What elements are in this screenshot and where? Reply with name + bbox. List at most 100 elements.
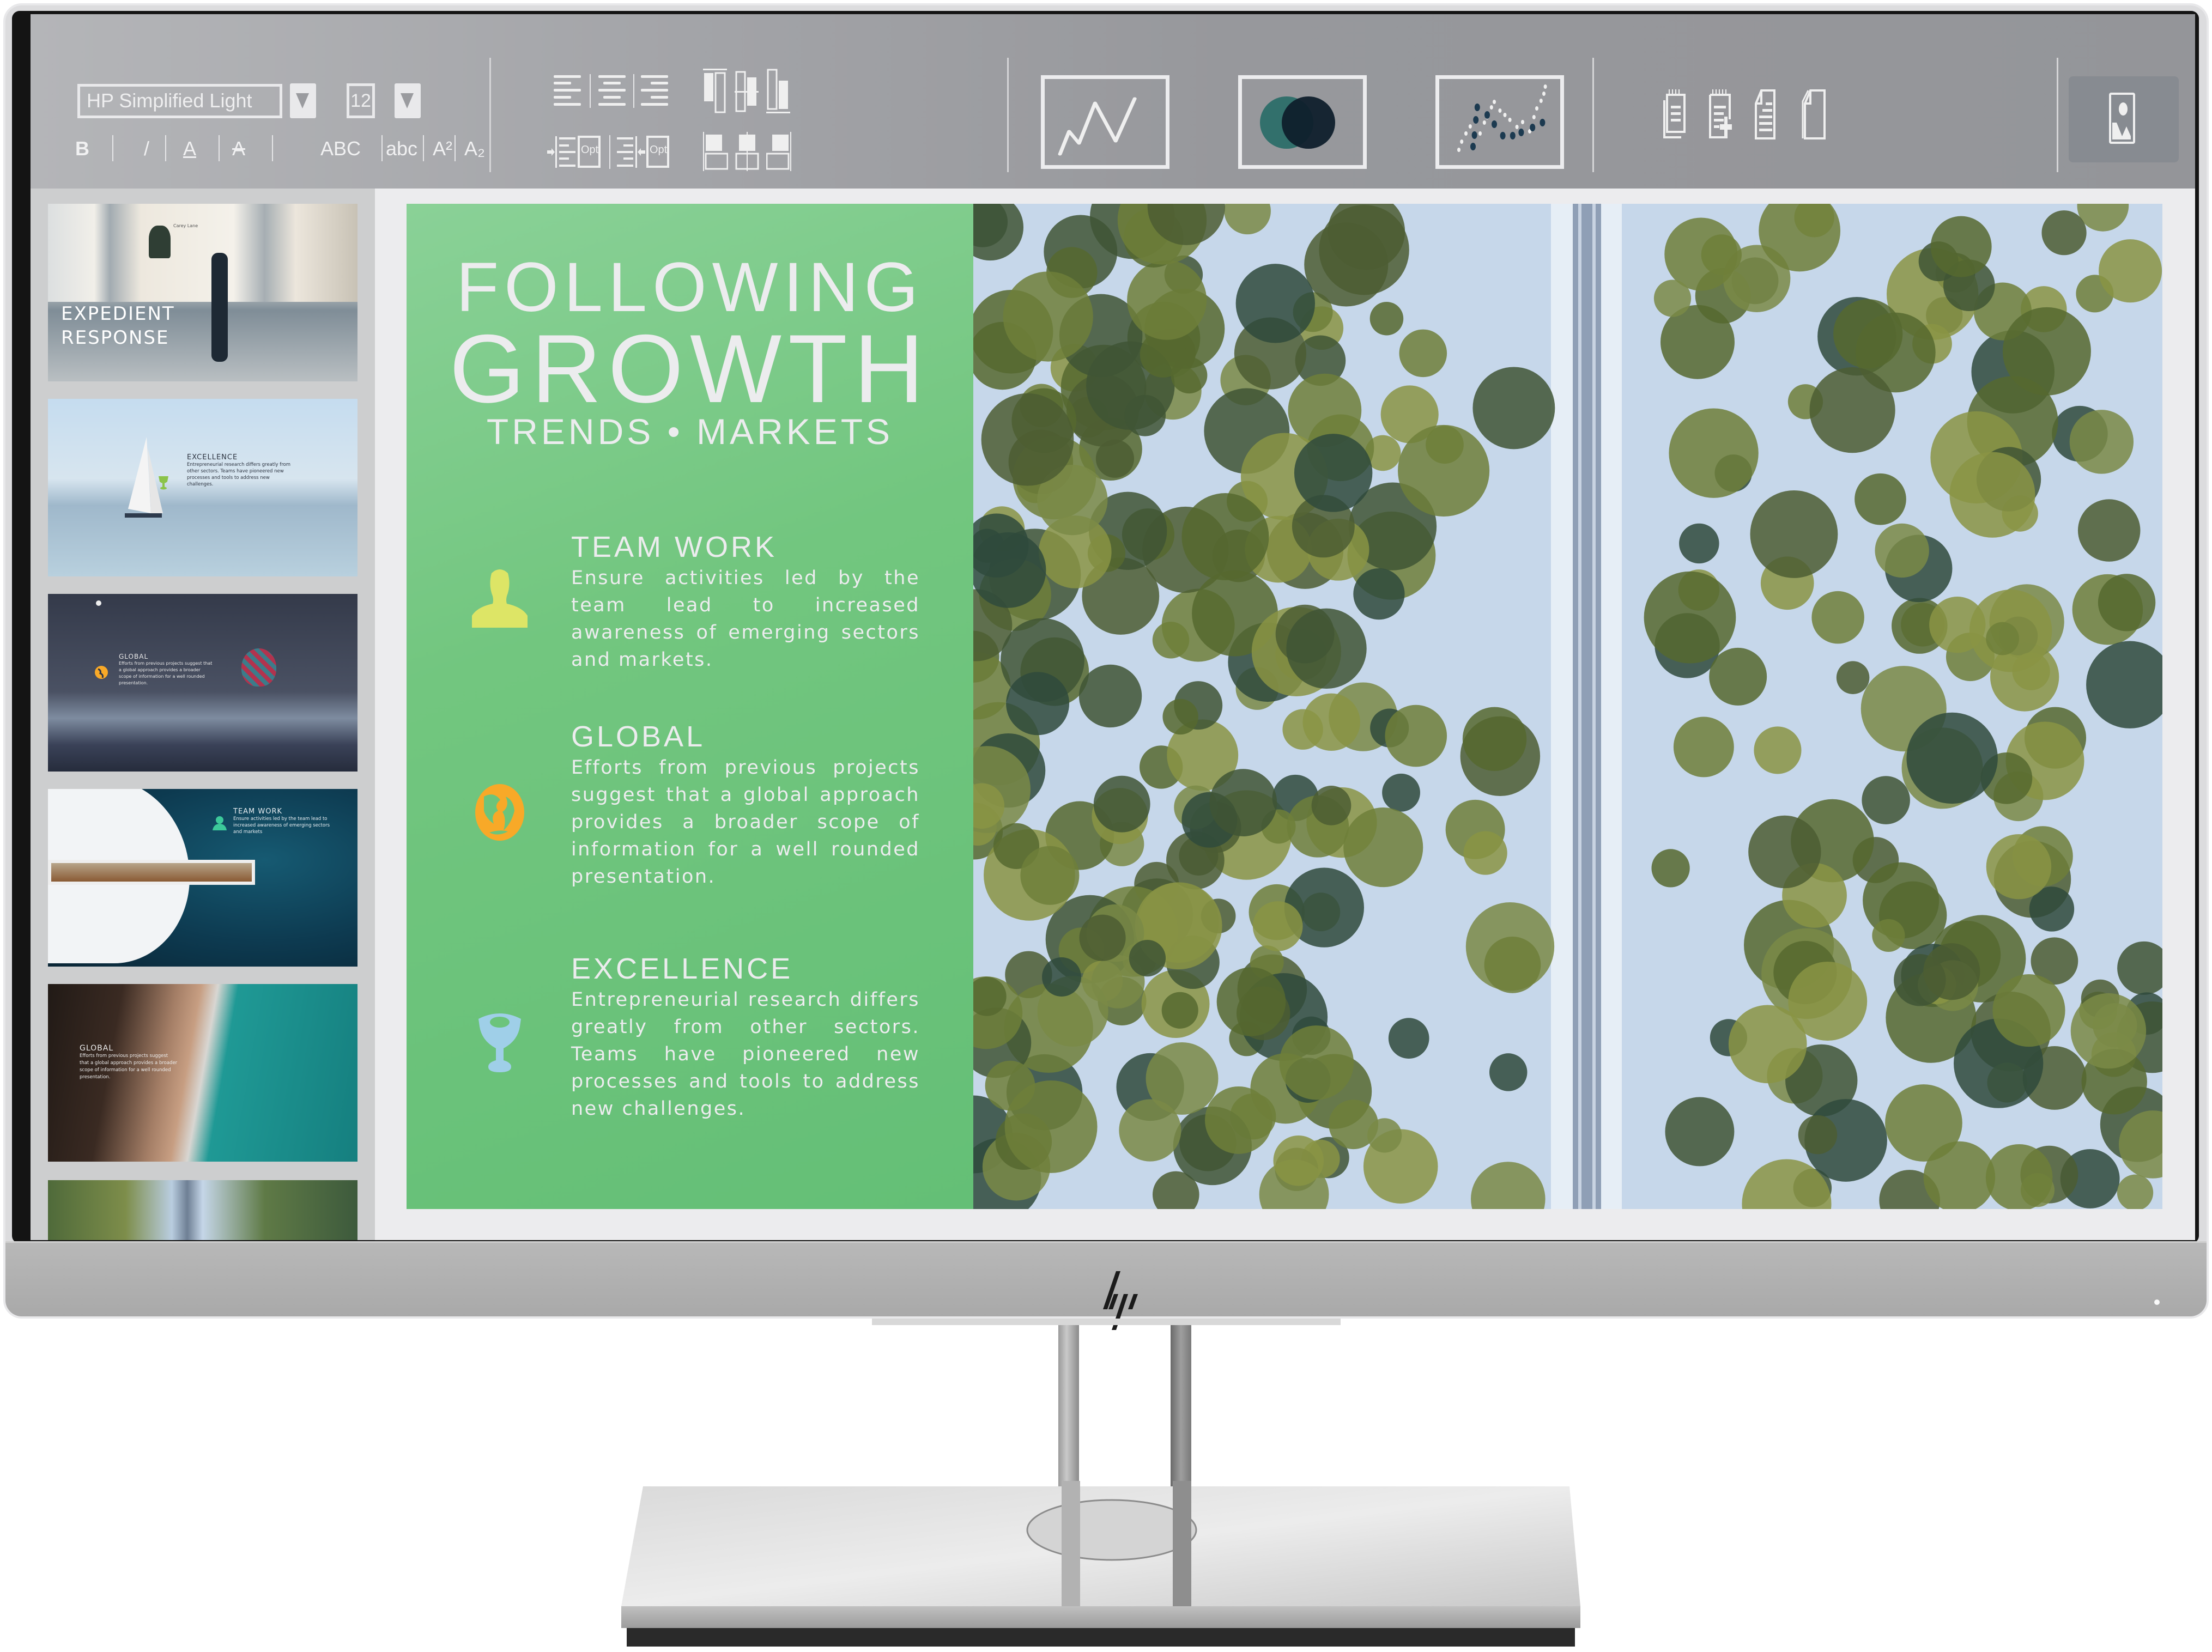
font-family-select[interactable]: HP Simplified Light [77, 84, 282, 118]
slide-thumbnail[interactable]: EXCELLENCE Entrepreneurial research diff… [48, 399, 357, 576]
lowercase-button[interactable]: abc [386, 135, 417, 162]
tree-canopy [1855, 473, 1906, 525]
underline-button[interactable]: A [183, 135, 196, 162]
scatter-point [1530, 124, 1536, 131]
slide-photo[interactable] [973, 204, 2162, 1209]
feature-heading: TEAM WORK [571, 531, 777, 563]
uppercase-button[interactable]: ABC [320, 135, 361, 162]
font-size-dropdown-button[interactable] [395, 83, 421, 118]
scatter-point [1470, 143, 1476, 150]
tree-canopy [2077, 499, 2141, 562]
scatter-point [1457, 148, 1460, 152]
tree-canopy [1930, 216, 1992, 277]
scatter-point [1468, 124, 1472, 129]
font-family-dropdown-button[interactable] [290, 83, 316, 118]
divider [609, 135, 610, 169]
slide-thumbnail-panel[interactable]: Carey Lane EXPEDIENT RESPONSE EXCELLENCE … [31, 189, 375, 1240]
slide-thumbnail[interactable]: TEAM WORK Ensure activities led by the t… [48, 789, 357, 967]
tree-canopy [1369, 301, 1404, 336]
thumbnail-text-block: TEAM WORK Ensure activities led by the t… [233, 807, 337, 835]
thumbnail-photo [48, 204, 357, 302]
slide-thumbnail[interactable] [48, 1180, 357, 1240]
current-slide[interactable]: FOLLOWING GROWTH TRENDS • MARKETS TEAM W… [407, 204, 2162, 1209]
align-left-icon [554, 75, 581, 106]
toolbar-divider [1007, 58, 1009, 172]
feature-team-work[interactable]: TEAM WORK Ensure activities led by the t… [571, 531, 920, 673]
document-icon [1755, 89, 1775, 139]
slide-thumbnail[interactable]: GLOBAL Efforts from previous projects su… [48, 594, 357, 772]
slide-editor-canvas[interactable]: FOLLOWING GROWTH TRENDS • MARKETS TEAM W… [375, 189, 2195, 1240]
tree-canopy [1353, 568, 1405, 620]
bold-button[interactable]: B [75, 135, 89, 162]
feature-excellence[interactable]: EXCELLENCE Entrepreneurial research diff… [571, 952, 920, 1122]
align-right-button[interactable] [641, 73, 669, 107]
tree-canopy [973, 532, 1046, 608]
scatter-point [1503, 113, 1507, 117]
thumbnail-body: Efforts from previous projects suggest t… [80, 1053, 178, 1080]
slide-subtitle[interactable]: TRENDS • MARKETS [407, 411, 973, 452]
line-chart-button[interactable] [1041, 75, 1169, 169]
tree-canopy [1748, 815, 1821, 889]
slide-title-line2[interactable]: GROWTH [407, 313, 973, 424]
tree-canopy [1728, 1005, 1807, 1084]
notepad-add-button[interactable] [1709, 89, 1733, 142]
scatter-point [1474, 104, 1480, 111]
indent-opt-label: Opt [581, 144, 599, 156]
scatter-point [1493, 100, 1496, 104]
align-obj-center-button[interactable] [735, 132, 760, 171]
slide-thumbnail[interactable]: GLOBAL Efforts from previous projects su… [48, 984, 357, 1162]
feature-body: Ensure activities led by the team lead t… [571, 567, 920, 671]
tree-canopy [1875, 523, 1929, 578]
scatter-point [1532, 115, 1536, 119]
subscript-button[interactable]: A₂ [464, 135, 485, 162]
tree-canopy [1294, 434, 1373, 512]
venn-diagram-icon [1260, 96, 1335, 149]
tree-canopy [981, 393, 1074, 486]
scatter-point [1482, 120, 1486, 125]
tree-canopy [1398, 424, 1490, 517]
scatter-point [1478, 131, 1482, 136]
strikethrough-button[interactable]: A [232, 135, 245, 162]
italic-button[interactable]: / [144, 135, 149, 162]
outdent-button[interactable]: Opt [617, 135, 671, 169]
tree-canopy [1252, 901, 1303, 951]
tree-canopy [2070, 993, 2147, 1069]
align-bottom-button[interactable] [766, 69, 791, 114]
tree-canopy [1079, 914, 1126, 961]
align-left-button[interactable] [554, 73, 582, 107]
align-center-button[interactable] [598, 73, 627, 107]
tree-canopy [1279, 1025, 1354, 1100]
feature-global[interactable]: GLOBAL Efforts from previous projects su… [571, 720, 920, 890]
scatter-point [1510, 132, 1516, 139]
scatter-plot-icon [1457, 84, 1547, 152]
image-icon [2109, 93, 2135, 144]
tree-canopy [2041, 210, 2087, 256]
scatter-point [1484, 111, 1490, 119]
tree-canopy [1679, 523, 1719, 564]
venn-circle-b [1282, 96, 1335, 149]
scatter-point [1518, 129, 1524, 136]
scatter-point [1515, 125, 1519, 129]
scatter-point [1539, 99, 1543, 103]
tree-canopy [1004, 1080, 1098, 1173]
scatter-point [1543, 84, 1547, 89]
align-middle-button[interactable] [735, 71, 760, 112]
blank-pages-button[interactable] [1802, 89, 1826, 142]
align-obj-right-button[interactable] [766, 132, 791, 171]
tree-canopy [1836, 661, 1870, 694]
font-size-select[interactable]: 12 [347, 83, 375, 118]
slide-thumbnail[interactable]: Carey Lane EXPEDIENT RESPONSE [48, 204, 357, 381]
align-obj-right-icon [766, 132, 791, 171]
notepad-stack-button[interactable] [1663, 89, 1686, 142]
align-top-button[interactable] [703, 69, 728, 114]
scatter-point [1535, 106, 1538, 111]
divider [423, 135, 424, 161]
superscript-button[interactable]: A² [433, 135, 452, 162]
indent-button[interactable]: Opt [547, 135, 602, 169]
insert-image-button[interactable] [2069, 76, 2179, 162]
tree-canopy [1673, 716, 1734, 778]
document-button[interactable] [1755, 89, 1777, 142]
venn-chart-button[interactable] [1238, 75, 1367, 169]
scatter-chart-button[interactable] [1435, 75, 1564, 169]
align-obj-left-button[interactable] [703, 132, 729, 171]
